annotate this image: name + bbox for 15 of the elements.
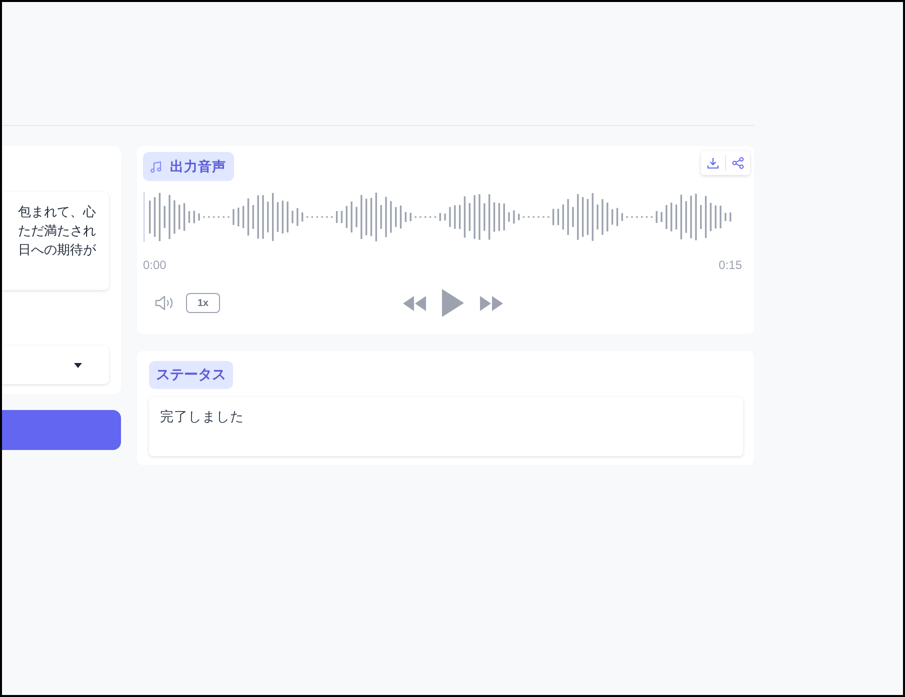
status-title: ステータス — [149, 361, 233, 389]
badge-title: 出力音声 — [170, 158, 226, 176]
rewind-icon[interactable] — [402, 296, 426, 310]
text-input-field[interactable]: 包まれて、心 ただ満たされ 日への期待が — [2, 192, 109, 290]
play-icon[interactable] — [442, 289, 464, 317]
dropdown-field[interactable] — [2, 346, 109, 384]
download-icon[interactable] — [707, 157, 719, 169]
speed-button[interactable]: 1x — [186, 293, 220, 313]
caret-down-icon — [74, 362, 82, 368]
duration-time: 0:15 — [718, 258, 742, 272]
current-time: 0:00 — [143, 258, 166, 272]
music-note-icon — [150, 160, 162, 172]
share-icon[interactable] — [732, 157, 744, 169]
fast-forward-icon[interactable] — [480, 296, 502, 310]
status-message: 完了しました — [149, 397, 743, 456]
